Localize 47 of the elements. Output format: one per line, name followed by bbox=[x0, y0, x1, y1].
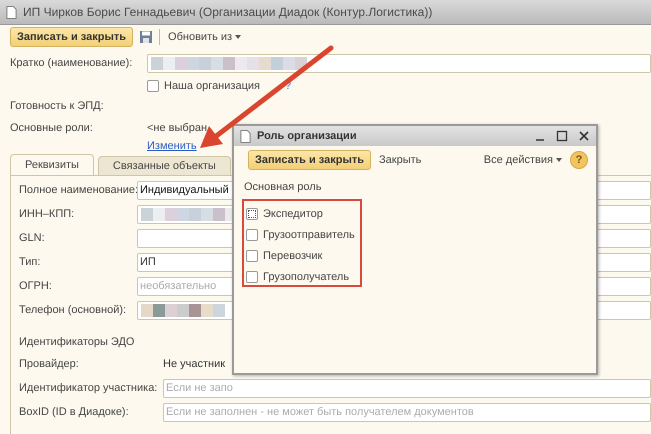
field-label: Основные роли: bbox=[10, 122, 94, 134]
field-label: Телефон (основной): bbox=[19, 304, 128, 316]
input-field[interactable] bbox=[147, 54, 651, 72]
checkbox[interactable] bbox=[246, 228, 258, 240]
save-and-close-button[interactable]: Записать и закрыть bbox=[248, 150, 372, 170]
checkbox-label: Грузоотправитель bbox=[263, 228, 355, 240]
change-link[interactable]: Изменить bbox=[147, 140, 197, 152]
checkbox-label: Грузополучатель bbox=[263, 270, 350, 282]
close-icon[interactable] bbox=[578, 130, 590, 142]
checkbox[interactable] bbox=[246, 208, 258, 220]
caret-icon bbox=[556, 158, 562, 162]
checkbox[interactable] bbox=[147, 80, 159, 92]
caret-icon bbox=[235, 35, 242, 40]
provider-value: Не участник bbox=[163, 358, 226, 370]
tab[interactable]: Связанные объекты bbox=[98, 156, 231, 175]
checkbox-label: Наша организация bbox=[164, 80, 260, 92]
field-label: Готовность к ЭПД: bbox=[10, 100, 104, 112]
dialog-title: Роль организации bbox=[257, 130, 357, 142]
section-heading: Идентификаторы ЭДО bbox=[19, 335, 136, 350]
input-field[interactable]: Если не запо bbox=[163, 378, 651, 398]
field-label: Полное наименование: bbox=[19, 184, 137, 196]
field-label: Провайдер: bbox=[19, 358, 80, 370]
save-icon[interactable] bbox=[139, 30, 154, 44]
field-label: Идентификатор участника: bbox=[19, 382, 158, 394]
field-label: Тип: bbox=[19, 256, 42, 268]
field-label: Кратко (наименование): bbox=[10, 57, 134, 69]
section-label: Основная роль bbox=[243, 180, 322, 195]
maximize-icon[interactable] bbox=[556, 130, 568, 142]
field-label: BoxID (ID в Диадоке): bbox=[19, 406, 130, 418]
field-label: GLN: bbox=[19, 232, 46, 244]
field-label: ИНН–КПП: bbox=[19, 208, 76, 220]
close-button[interactable]: Закрыть bbox=[377, 152, 424, 168]
checkbox[interactable] bbox=[246, 270, 258, 282]
roles-value: <не выбран bbox=[147, 122, 208, 134]
document-icon bbox=[240, 130, 251, 142]
input-field[interactable]: Если не заполнен - не может быть получателем документов bbox=[163, 402, 651, 422]
checkbox[interactable] bbox=[246, 250, 258, 262]
document-icon bbox=[6, 6, 17, 18]
tab[interactable]: Реквизиты bbox=[10, 154, 94, 175]
update-from-menu[interactable]: Обновить из bbox=[166, 29, 244, 45]
save-and-close-button[interactable]: Записать и закрыть bbox=[10, 27, 134, 47]
checkbox-label: Экспедитор bbox=[263, 208, 323, 220]
help-button[interactable]: ? bbox=[570, 151, 588, 169]
checkbox-label: Перевозчик bbox=[263, 250, 322, 262]
all-actions-menu[interactable]: Все действия bbox=[482, 152, 564, 168]
window-title: ИП Чирков Борис Геннадьевич (Организации Диадок (Контур.Логистика)) bbox=[23, 5, 432, 19]
field-label: ОГРН: bbox=[19, 280, 53, 292]
